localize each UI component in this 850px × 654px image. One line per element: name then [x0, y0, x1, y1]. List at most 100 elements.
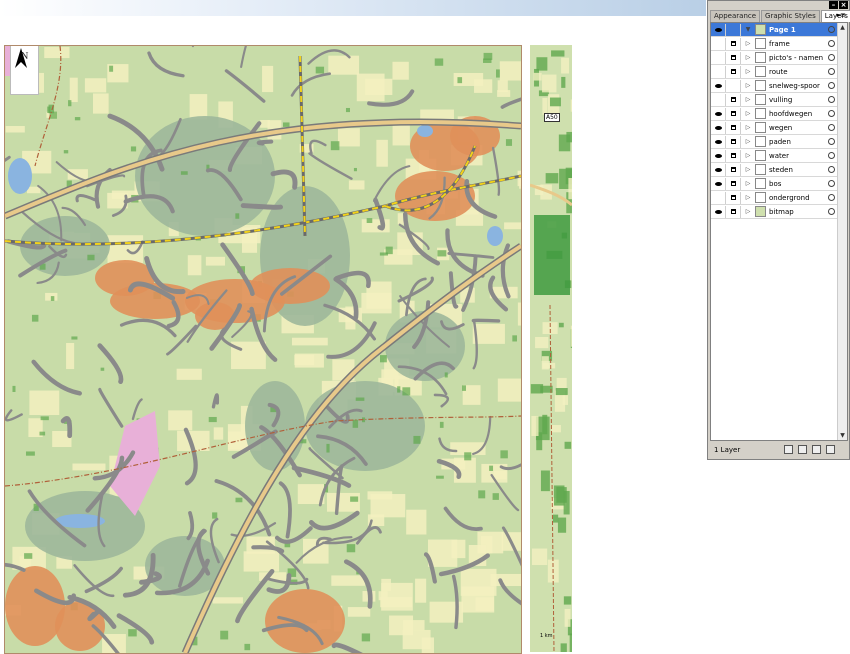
visibility-toggle[interactable] [711, 80, 726, 92]
lock-toggle[interactable] [726, 80, 741, 92]
layer-row[interactable]: ▷steden [711, 163, 847, 177]
expand-right-icon[interactable]: ▷ [744, 194, 752, 201]
visibility-toggle[interactable] [711, 150, 726, 162]
layer-row[interactable]: ▷bos [711, 177, 847, 191]
strip-patch [564, 596, 571, 604]
strip-patch [543, 363, 555, 369]
field-patch [498, 379, 521, 402]
target-icon[interactable] [828, 166, 835, 173]
lock-toggle[interactable] [726, 150, 741, 162]
target-icon[interactable] [828, 208, 835, 215]
target-icon[interactable] [828, 68, 835, 75]
lock-toggle[interactable] [726, 108, 741, 120]
delete-layer-button[interactable] [826, 445, 835, 454]
make-clipping-mask-button[interactable] [784, 445, 793, 454]
target-icon[interactable] [828, 124, 835, 131]
expand-right-icon[interactable]: ▷ [744, 54, 752, 61]
visibility-toggle[interactable] [711, 122, 726, 134]
target-icon[interactable] [828, 110, 835, 117]
visibility-toggle[interactable] [711, 52, 726, 64]
layer-list-scrollbar[interactable]: ▲ ▼ [837, 23, 847, 440]
close-icon[interactable]: × [839, 1, 848, 9]
eye-icon [715, 168, 722, 172]
visibility-toggle[interactable] [711, 178, 726, 190]
expand-right-icon[interactable]: ▷ [744, 68, 752, 75]
woodland-patch [347, 544, 355, 552]
lock-toggle[interactable] [726, 66, 741, 78]
new-layer-button[interactable] [812, 445, 821, 454]
adjacent-map-strip[interactable]: A50 1 km [530, 45, 572, 652]
visibility-toggle[interactable] [711, 24, 726, 36]
layer-name: ondergrond [769, 194, 828, 202]
lock-toggle[interactable] [726, 52, 741, 64]
expand-right-icon[interactable]: ▷ [744, 208, 752, 215]
strip-patch [561, 58, 569, 74]
layer-row[interactable]: ▷frame [711, 37, 847, 51]
target-icon[interactable] [828, 82, 835, 89]
lock-toggle[interactable] [726, 94, 741, 106]
lock-toggle[interactable] [726, 178, 741, 190]
expand-right-icon[interactable]: ▷ [744, 152, 752, 159]
expand-right-icon[interactable]: ▷ [744, 82, 752, 89]
road [188, 513, 192, 538]
field-patch [66, 343, 74, 369]
scroll-down-icon[interactable]: ▼ [838, 431, 847, 440]
lock-toggle[interactable] [726, 192, 741, 204]
expand-right-icon[interactable]: ▷ [744, 166, 752, 173]
layer-row[interactable]: ▷hoofdwegen [711, 107, 847, 121]
minimize-icon[interactable]: – [829, 1, 838, 9]
strip-patch [556, 388, 568, 395]
strip-patch [566, 132, 572, 142]
layer-row[interactable]: ▷ ondergrond [711, 191, 847, 205]
visibility-toggle[interactable] [711, 38, 726, 50]
target-icon[interactable] [828, 180, 835, 187]
layer-row[interactable]: ▼Page 1 [711, 23, 847, 37]
visibility-toggle[interactable] [711, 94, 726, 106]
layer-row[interactable]: ▷bitmap [711, 205, 847, 219]
layer-row[interactable]: ▷wegen [711, 121, 847, 135]
layer-row[interactable]: ▷route [711, 65, 847, 79]
expand-right-icon[interactable]: ▷ [744, 40, 752, 47]
scroll-up-icon[interactable]: ▲ [838, 23, 847, 32]
lock-toggle[interactable] [726, 24, 741, 36]
field-patch [177, 369, 202, 380]
lock-toggle[interactable] [726, 206, 741, 218]
target-icon[interactable] [828, 40, 835, 47]
lock-toggle[interactable] [726, 38, 741, 50]
layer-row[interactable]: ▷snelweg-spoor [711, 79, 847, 93]
target-icon[interactable] [828, 26, 835, 33]
new-sublayer-button[interactable] [798, 445, 807, 454]
expand-right-icon[interactable]: ▷ [744, 124, 752, 131]
road [100, 346, 121, 382]
lock-toggle[interactable] [726, 164, 741, 176]
lock-icon [731, 111, 736, 116]
tab-appearance[interactable]: Appearance [710, 10, 760, 22]
layer-row[interactable]: ▷water [711, 149, 847, 163]
visibility-toggle[interactable] [711, 108, 726, 120]
expand-right-icon[interactable]: ▷ [744, 180, 752, 187]
layer-row[interactable]: ▷paden [711, 135, 847, 149]
target-icon[interactable] [828, 194, 835, 201]
woodland-patch [483, 58, 491, 62]
target-icon[interactable] [828, 54, 835, 61]
target-icon[interactable] [828, 96, 835, 103]
expand-right-icon[interactable]: ▷ [744, 96, 752, 103]
layer-row[interactable]: ▷vulling [711, 93, 847, 107]
target-icon[interactable] [828, 138, 835, 145]
tab-graphic-styles[interactable]: Graphic Styles [761, 10, 820, 22]
visibility-toggle[interactable] [711, 136, 726, 148]
map-artwork[interactable]: N [4, 45, 522, 654]
lock-toggle[interactable] [726, 136, 741, 148]
expand-down-icon[interactable]: ▼ [744, 26, 752, 33]
target-icon[interactable] [828, 152, 835, 159]
panel-menu-icon[interactable]: ▸≡ [837, 11, 846, 19]
field-patch [244, 551, 279, 571]
visibility-toggle[interactable] [711, 66, 726, 78]
layer-row[interactable]: ▷picto's - namen [711, 51, 847, 65]
visibility-toggle[interactable] [711, 164, 726, 176]
lock-toggle[interactable] [726, 122, 741, 134]
visibility-toggle[interactable] [711, 192, 726, 204]
visibility-toggle[interactable] [711, 206, 726, 218]
expand-right-icon[interactable]: ▷ [744, 138, 752, 145]
expand-right-icon[interactable]: ▷ [744, 110, 752, 117]
